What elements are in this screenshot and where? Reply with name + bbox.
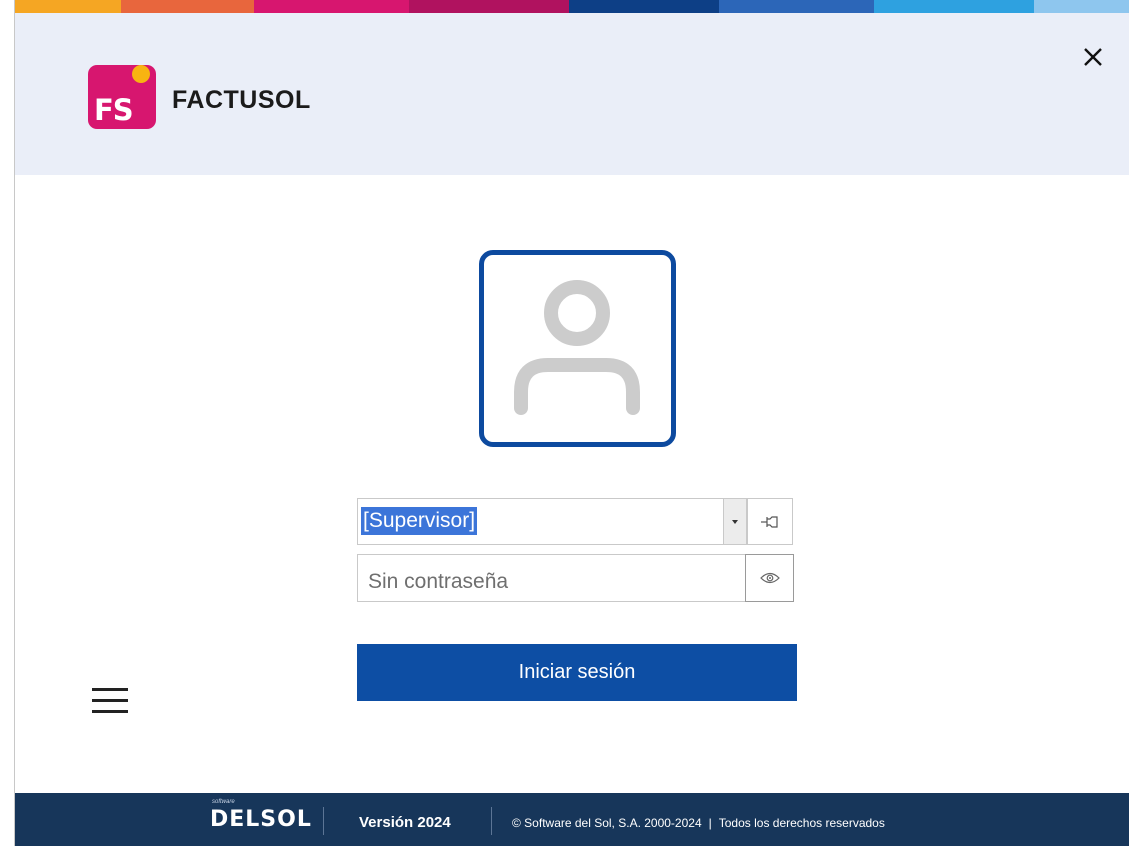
- password-input[interactable]: [357, 554, 747, 602]
- user-select[interactable]: [Supervisor]: [357, 498, 747, 545]
- close-icon: [1084, 48, 1102, 66]
- user-select-value: [Supervisor]: [361, 507, 478, 535]
- login-button[interactable]: Iniciar sesión: [357, 644, 797, 701]
- login-window: FS FACTUSOL [Supervisor] Iniciar sesión …: [0, 0, 1129, 846]
- show-password-button[interactable]: [745, 554, 794, 602]
- pin-icon: [761, 515, 778, 528]
- menu-button[interactable]: [92, 688, 128, 718]
- copyright-label: © Software del Sol, S.A. 2000-2024: [512, 816, 702, 830]
- user-dropdown-button[interactable]: [723, 498, 747, 545]
- brand-stripe: [15, 0, 1129, 13]
- footer-divider: [323, 807, 324, 835]
- hamburger-icon-line: [92, 710, 128, 713]
- logo-dot: [132, 65, 150, 83]
- footer-divider: [491, 807, 492, 835]
- factusol-logo: FS: [88, 65, 156, 129]
- delsol-logo: DELSOL: [210, 807, 312, 832]
- rights-label: Todos los derechos reservados: [718, 816, 885, 830]
- footer: software DELSOL Versión 2024 © Software …: [15, 793, 1129, 846]
- pin-user-button[interactable]: [747, 498, 793, 545]
- brand-caption: software: [212, 799, 235, 805]
- caret-down-icon: [732, 519, 738, 524]
- app-name: FACTUSOL: [172, 86, 311, 114]
- logo-text: FS: [94, 93, 134, 127]
- copyright-text: © Software del Sol, S.A. 2000-2024 | Todos…: [512, 816, 885, 830]
- close-button[interactable]: [1079, 43, 1107, 71]
- user-avatar: [479, 250, 676, 447]
- eye-icon: [759, 572, 780, 584]
- version-label: Versión 2024: [359, 814, 451, 831]
- header: FS FACTUSOL: [15, 13, 1129, 175]
- user-avatar-icon: [514, 280, 640, 415]
- copyright-separator: |: [708, 816, 712, 830]
- hamburger-icon: [92, 688, 128, 691]
- hamburger-icon-line: [92, 699, 128, 702]
